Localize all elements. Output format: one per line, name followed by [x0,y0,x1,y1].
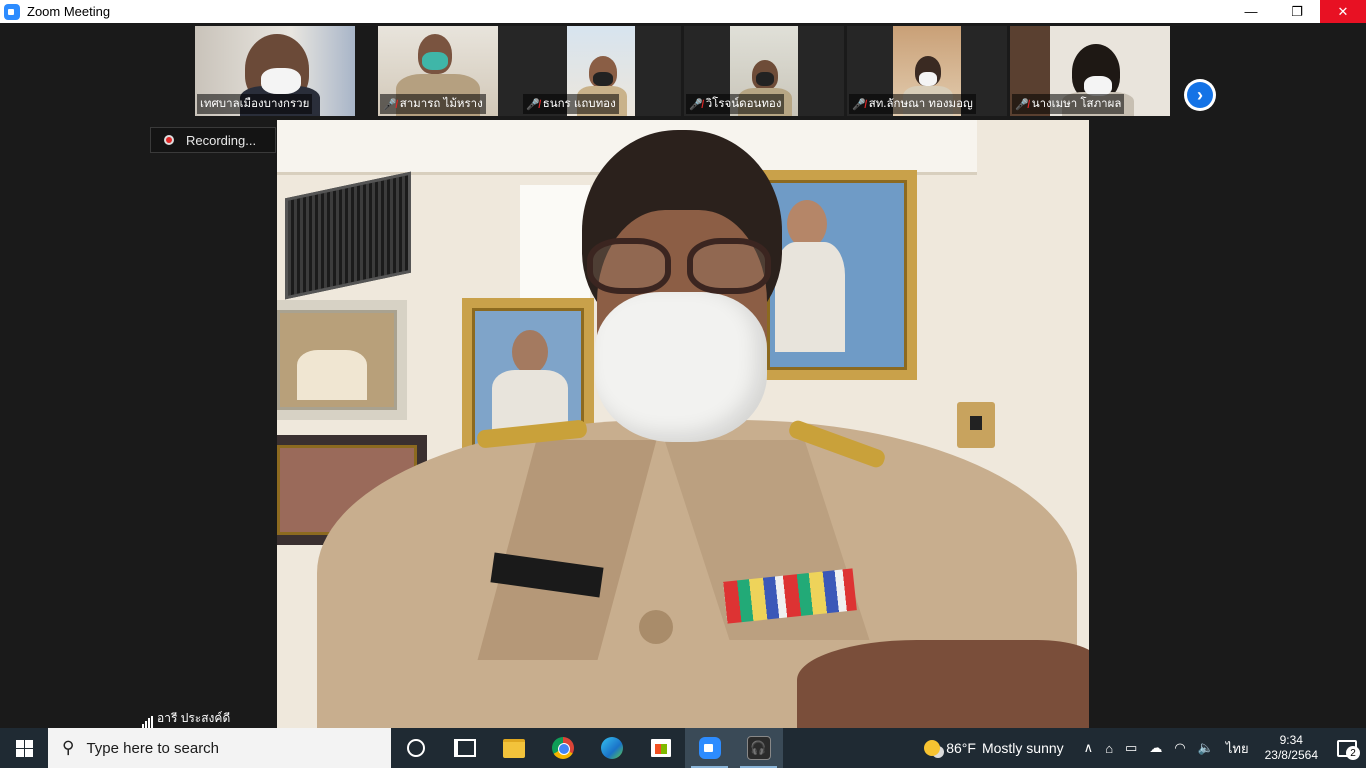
participant-mask [261,68,301,94]
picture-frame [757,170,917,380]
active-speaker-label: อารี ประสงค์ดี [142,709,230,728]
participant-name: 🎤̸ นางเมษา โสภาผล [1012,94,1125,114]
participant-tile[interactable]: 🎤̸ สามารถ ไม้หราง [378,26,538,116]
onedrive-icon[interactable]: ☁ [1149,740,1162,756]
participant-mask [1084,76,1112,96]
headset-app-button[interactable]: 🎧 [734,728,783,768]
mic-muted-icon: 🎤̸ [383,98,397,111]
participant-tile[interactable]: เทศบาลเมืองบางกรวย [195,26,355,116]
mic-muted-icon: 🎤̸ [852,98,866,111]
search-icon: ⚲ [62,738,75,757]
meet-now-icon[interactable]: ⌂ [1105,741,1113,756]
mic-muted-icon: 🎤̸ [1015,98,1029,111]
window-title: Zoom Meeting [27,4,111,19]
zoom-icon [698,737,721,759]
participant-tile[interactable]: 🎤̸ นางเมษา โสภาผล [1010,26,1170,116]
next-page-button[interactable]: › [1184,79,1216,111]
participant-tile[interactable]: 🎤̸ วิโรจน์ดอนทอง [684,26,844,116]
zoom-taskbar-button[interactable] [685,728,734,768]
store-button[interactable] [636,728,685,768]
edge-icon [600,737,623,759]
weather-temp: 86°F [946,740,976,756]
file-explorer-button[interactable] [489,728,538,768]
window-light [520,185,590,305]
active-speaker-video[interactable] [277,120,1089,728]
close-button[interactable]: ✕ [1320,0,1366,23]
window-controls: — ❐ ✕ [1228,0,1366,23]
partly-sunny-icon [924,740,941,756]
participant-tile[interactable]: 🎤̸ ธนกร แถบทอง [521,26,681,116]
zoom-logo-icon [4,3,20,20]
participant-name: 🎤̸ วิโรจน์ดอนทอง [686,94,785,114]
start-button[interactable] [0,728,48,768]
cortana-button[interactable] [391,728,440,768]
system-tray: 86°F Mostly sunny ∧ ⌂ ▭ ☁ ◠ 🔈 ไทย 9:34 2… [924,728,1366,768]
participant-mask [919,72,937,86]
windows-logo-icon [15,739,33,757]
speaker-mask [595,292,767,442]
participant-name: 🎤̸ ธนกร แถบทอง [523,94,619,114]
meeting-area: เทศบาลเมืองบางกรวย 🎤̸ สามารถ ไม้หราง 🎤̸ … [0,23,1366,728]
weather-widget[interactable]: 86°F Mostly sunny [924,740,1064,756]
notification-center-button[interactable]: 2 [1328,728,1366,768]
chrome-icon [551,737,574,759]
record-icon [164,135,174,145]
air-conditioner [285,171,411,300]
task-view-icon [453,739,476,757]
restore-button[interactable]: ❐ [1274,0,1320,23]
weather-condition: Mostly sunny [981,740,1064,756]
speaker-glasses [585,238,775,300]
mic-muted-icon: 🎤̸ [526,98,540,111]
speaker-hand [797,640,1089,728]
chevron-up-icon[interactable]: ∧ [1084,740,1094,756]
search-placeholder: Type here to search [86,739,220,757]
participant-name: เทศบาลเมืองบางกรวย [197,94,313,114]
language-indicator[interactable]: ไทย [1226,738,1249,759]
participant-name: 🎤̸ สท.ลักษณา ทองมอญ [849,94,976,114]
chrome-button[interactable] [538,728,587,768]
battery-icon[interactable]: ▭ [1125,740,1137,756]
volume-icon[interactable]: 🔈 [1198,740,1214,756]
clock-time: 9:34 [1279,733,1303,747]
store-icon [650,739,671,757]
notification-count: 2 [1346,746,1360,760]
title-bar: Zoom Meeting — ❐ ✕ [0,0,1366,23]
clock-date: 23/8/2564 [1264,748,1318,762]
cortana-icon [406,739,425,757]
participant-name: 🎤̸ สามารถ ไม้หราง [380,94,486,114]
participant-mask [593,72,613,86]
participant-tile[interactable]: 🎤̸ สท.ลักษณา ทองมอญ [847,26,1007,116]
task-view-button[interactable] [440,728,489,768]
minimize-button[interactable]: — [1228,0,1274,23]
signal-strength-icon [142,716,153,728]
light-switch [957,402,995,448]
edge-button[interactable] [587,728,636,768]
wifi-icon[interactable]: ◠ [1174,740,1185,756]
active-speaker-name: อารี ประสงค์ดี [157,711,231,725]
taskbar: ⚲ Type here to search 🎧 86°F Mostly sunn… [0,728,1366,768]
mic-muted-icon: 🎤̸ [689,98,703,111]
recording-indicator[interactable]: Recording... [150,127,276,153]
clock[interactable]: 9:34 23/8/2564 [1265,733,1318,763]
taskbar-search[interactable]: ⚲ Type here to search [48,728,391,768]
recording-label: Recording... [186,132,257,148]
headset-icon: 🎧 [746,736,771,760]
folder-icon [502,738,525,758]
picture-frame [277,300,407,420]
participant-mask [756,72,774,86]
participant-mask [422,52,448,70]
chevron-right-icon: › [1187,82,1213,108]
